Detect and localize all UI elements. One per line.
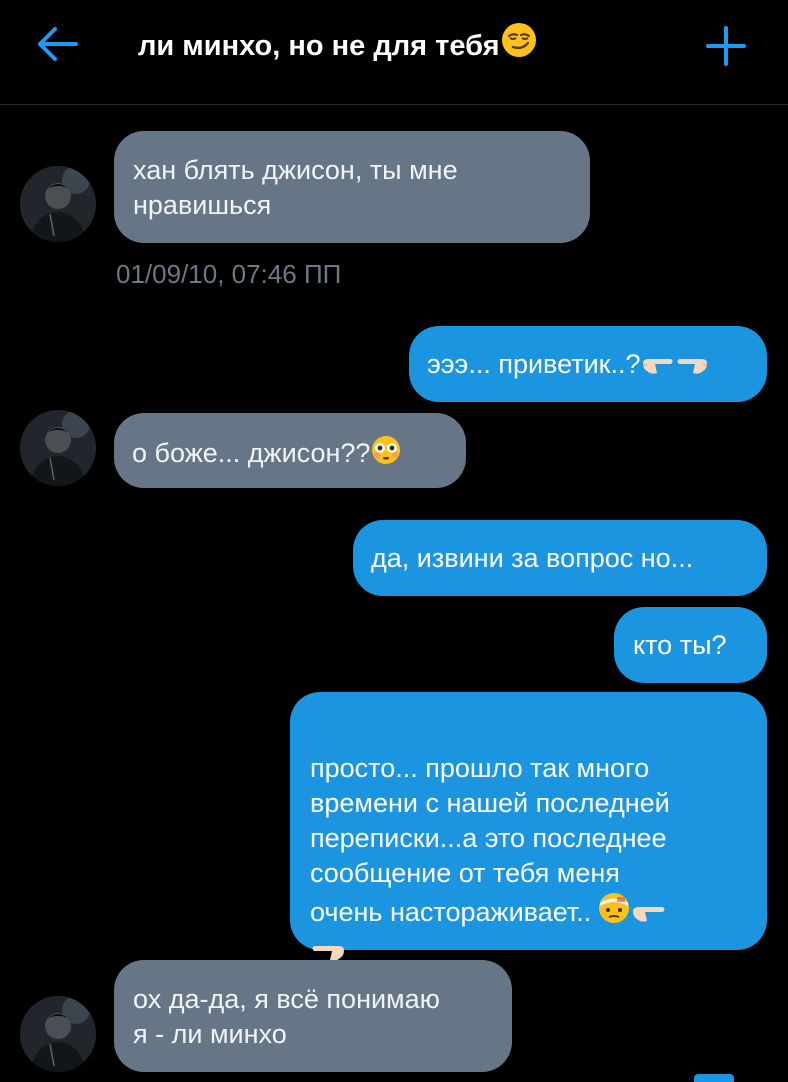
face-with-head-bandage-emoji-icon bbox=[597, 891, 631, 934]
plus-icon bbox=[706, 26, 746, 66]
message-text: ох да-да, я всё понимаю я - ли минхо bbox=[133, 984, 440, 1049]
arrow-left-icon bbox=[38, 27, 78, 61]
conversation-title: ли минхо, но не для тебя bbox=[138, 22, 538, 68]
contact-photo-icon bbox=[20, 996, 96, 1072]
message-content: эээ... приветик..? bbox=[427, 347, 709, 386]
conversation-title-text: ли минхо, но не для тебя bbox=[138, 30, 500, 62]
contact-photo-icon bbox=[20, 166, 96, 242]
message-timestamp: 01/09/10, 07:46 ПП bbox=[116, 259, 342, 289]
message-text: хан блять джисон, ты мне нравишься bbox=[133, 155, 458, 220]
message-content: просто... прошло так много времени с наш… bbox=[310, 716, 750, 973]
avatar[interactable] bbox=[20, 996, 96, 1072]
chat-header: ли минхо, но не для тебя bbox=[0, 0, 788, 105]
avatar[interactable] bbox=[20, 410, 96, 486]
message-bubble-incoming[interactable]: о боже... джисон?? bbox=[114, 413, 466, 488]
scroll-to-bottom-button[interactable] bbox=[694, 1074, 734, 1082]
pointing-left-emoji-icon bbox=[675, 351, 709, 386]
contact-photo-icon bbox=[20, 410, 96, 486]
message-bubble-incoming[interactable]: ох да-да, я всё понимаю я - ли минхо bbox=[114, 960, 512, 1072]
smirking-face-emoji-icon bbox=[500, 21, 538, 72]
message-bubble-outgoing[interactable]: кто ты? bbox=[614, 607, 767, 683]
message-bubble-outgoing[interactable]: да, извини за вопрос но... bbox=[353, 520, 767, 596]
avatar[interactable] bbox=[20, 166, 96, 242]
message-bubble-incoming[interactable]: хан блять джисон, ты мне нравишься bbox=[114, 131, 590, 243]
back-button[interactable] bbox=[28, 22, 84, 66]
message-bubble-outgoing[interactable]: эээ... приветик..? bbox=[409, 326, 767, 402]
message-text: о боже... джисон?? bbox=[132, 438, 371, 468]
pointing-right-emoji-icon bbox=[641, 351, 675, 386]
message-bubble-outgoing[interactable]: просто... прошло так много времени с наш… bbox=[290, 692, 767, 961]
new-message-button[interactable] bbox=[700, 22, 752, 70]
message-content: о боже... джисон?? bbox=[132, 434, 402, 475]
message-text: эээ... приветик..? bbox=[427, 349, 641, 379]
message-text: кто ты? bbox=[633, 630, 727, 660]
flushed-face-emoji-icon bbox=[370, 434, 402, 475]
message-text: да, извини за вопрос но... bbox=[371, 543, 694, 573]
pointing-right-emoji-icon bbox=[631, 899, 667, 934]
